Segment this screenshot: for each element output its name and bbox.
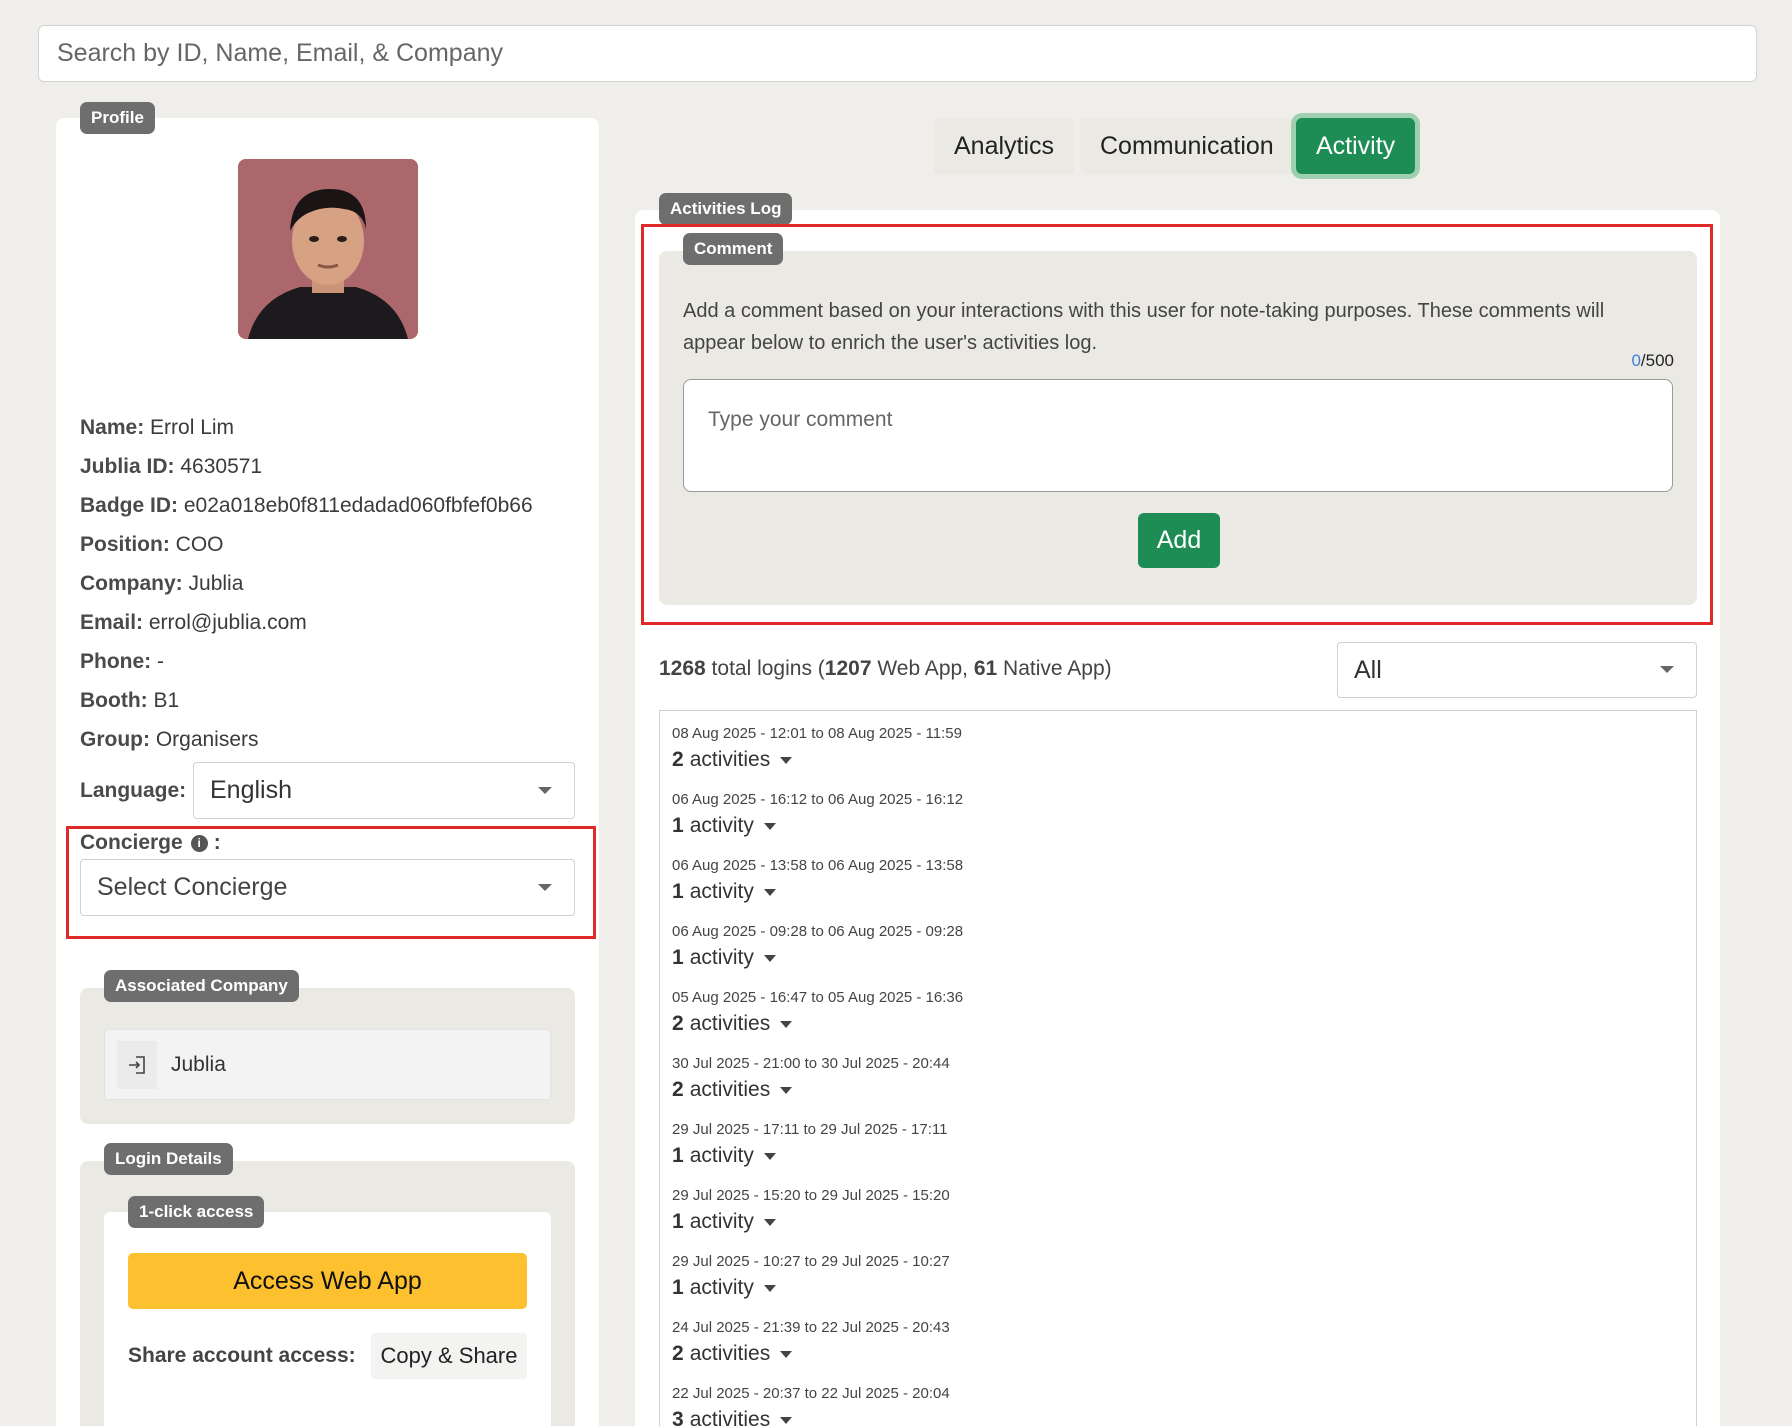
activity-log-list: 08 Aug 2025 - 12:01 to 08 Aug 2025 - 11:… bbox=[659, 710, 1697, 1426]
avatar bbox=[238, 159, 418, 339]
list-item: 24 Jul 2025 - 21:39 to 22 Jul 2025 - 20:… bbox=[672, 1319, 950, 1366]
search-input[interactable] bbox=[38, 25, 1757, 82]
activity-toggle[interactable]: 2 activities bbox=[672, 1012, 963, 1036]
position-row: Position: COO bbox=[80, 533, 224, 556]
activity-toggle[interactable]: 2 activities bbox=[672, 1078, 950, 1102]
copy-share-button[interactable]: Copy & Share bbox=[371, 1333, 527, 1379]
filter-value: All bbox=[1354, 655, 1382, 684]
list-item: 06 Aug 2025 - 13:58 to 06 Aug 2025 - 13:… bbox=[672, 857, 964, 904]
name-row: Name: Errol Lim bbox=[80, 416, 235, 439]
list-item: 29 Jul 2025 - 15:20 to 29 Jul 2025 - 15:… bbox=[672, 1187, 950, 1234]
badge-id-row: Badge ID: e02a018eb0f811edadad060fbfef0b… bbox=[80, 494, 533, 517]
tab-communication[interactable]: Communication bbox=[1080, 118, 1294, 174]
language-label: Language: bbox=[80, 779, 187, 802]
group-row: Group: Organisers bbox=[80, 728, 259, 751]
chevron-down-icon bbox=[763, 822, 776, 830]
chevron-down-icon bbox=[763, 954, 776, 962]
comment-tag: Comment bbox=[683, 233, 784, 265]
chevron-down-icon bbox=[538, 883, 552, 891]
associated-company-item[interactable]: Jublia bbox=[104, 1029, 551, 1100]
activity-toggle[interactable]: 1 activity bbox=[672, 1276, 950, 1300]
phone-row: Phone: - bbox=[80, 650, 164, 673]
activity-filter-select[interactable]: All bbox=[1337, 642, 1697, 698]
char-counter: 0/500 bbox=[1631, 351, 1674, 370]
add-comment-button[interactable]: Add bbox=[1138, 513, 1220, 568]
chevron-down-icon bbox=[1660, 666, 1674, 673]
list-item: 22 Jul 2025 - 20:37 to 22 Jul 2025 - 20:… bbox=[672, 1385, 950, 1426]
concierge-label: Concierge i : bbox=[80, 831, 221, 854]
activity-toggle[interactable]: 3 activities bbox=[672, 1408, 950, 1426]
comment-description: Add a comment based on your interactions… bbox=[683, 300, 1605, 354]
tab-activity[interactable]: Activity bbox=[1296, 118, 1416, 174]
list-item: 30 Jul 2025 - 21:00 to 30 Jul 2025 - 20:… bbox=[672, 1055, 950, 1102]
chevron-down-icon bbox=[763, 888, 776, 896]
share-label: Share account access: bbox=[128, 1344, 356, 1367]
activity-toggle[interactable]: 1 activity bbox=[672, 1144, 947, 1168]
tab-analytics[interactable]: Analytics bbox=[934, 118, 1075, 174]
list-item: 06 Aug 2025 - 09:28 to 06 Aug 2025 - 09:… bbox=[672, 923, 964, 970]
activity-toggle[interactable]: 1 activity bbox=[672, 814, 963, 838]
info-icon[interactable]: i bbox=[190, 834, 208, 852]
email-row: Email: errol@jublia.com bbox=[80, 611, 307, 634]
comment-textarea[interactable] bbox=[683, 379, 1673, 492]
login-details-tag: Login Details bbox=[104, 1143, 233, 1175]
profile-tag: Profile bbox=[80, 102, 155, 134]
chevron-down-icon bbox=[763, 1218, 776, 1226]
chevron-down-icon bbox=[780, 1020, 793, 1028]
chevron-down-icon bbox=[780, 1350, 793, 1358]
activities-log-tag: Activities Log bbox=[659, 193, 793, 225]
concierge-select[interactable]: Select Concierge bbox=[80, 859, 575, 916]
chevron-down-icon bbox=[780, 1086, 793, 1094]
login-icon bbox=[117, 1040, 157, 1089]
language-select[interactable]: English bbox=[193, 762, 575, 819]
chevron-down-icon bbox=[780, 756, 793, 764]
booth-row: Booth: B1 bbox=[80, 689, 180, 712]
list-item: 08 Aug 2025 - 12:01 to 08 Aug 2025 - 11:… bbox=[672, 725, 962, 772]
company-row: Company: Jublia bbox=[80, 572, 244, 595]
access-web-app-button[interactable]: Access Web App bbox=[128, 1253, 527, 1309]
chevron-down-icon bbox=[780, 1416, 793, 1424]
jublia-id-row: Jublia ID: 4630571 bbox=[80, 455, 263, 478]
chevron-down-icon bbox=[763, 1152, 776, 1160]
associated-company-tag: Associated Company bbox=[104, 970, 299, 1002]
concierge-placeholder: Select Concierge bbox=[97, 873, 288, 901]
chevron-down-icon bbox=[763, 1284, 776, 1292]
associated-company-name: Jublia bbox=[171, 1052, 226, 1076]
list-item: 29 Jul 2025 - 17:11 to 29 Jul 2025 - 17:… bbox=[672, 1121, 948, 1168]
activity-toggle[interactable]: 1 activity bbox=[672, 946, 963, 970]
activity-toggle[interactable]: 1 activity bbox=[672, 880, 963, 904]
one-click-panel bbox=[104, 1212, 551, 1426]
activity-toggle[interactable]: 2 activities bbox=[672, 748, 962, 772]
chevron-down-icon bbox=[538, 786, 552, 794]
list-item: 05 Aug 2025 - 16:47 to 05 Aug 2025 - 16:… bbox=[672, 989, 964, 1036]
list-item: 29 Jul 2025 - 10:27 to 29 Jul 2025 - 10:… bbox=[672, 1253, 950, 1300]
activity-toggle[interactable]: 1 activity bbox=[672, 1210, 950, 1234]
list-item: 06 Aug 2025 - 16:12 to 06 Aug 2025 - 16:… bbox=[672, 791, 964, 838]
login-summary: 1268 total logins (1207 Web App, 61 Nati… bbox=[659, 657, 1112, 680]
language-value: English bbox=[210, 776, 292, 804]
activity-toggle[interactable]: 2 activities bbox=[672, 1342, 950, 1366]
one-click-tag: 1-click access bbox=[128, 1196, 265, 1228]
